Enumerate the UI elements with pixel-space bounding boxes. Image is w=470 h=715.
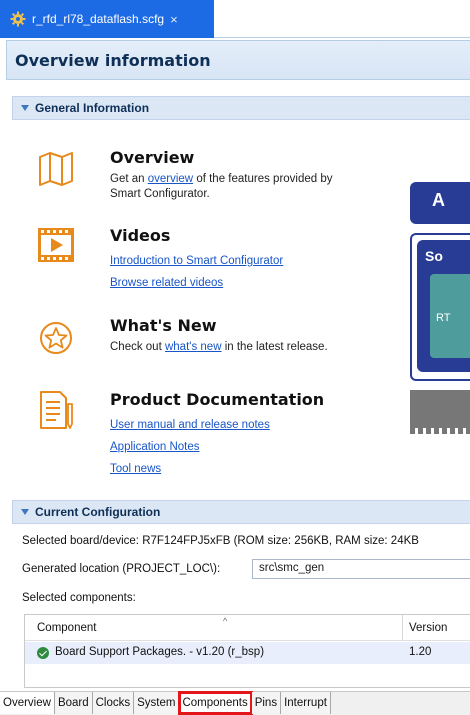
product-documentation-feature: Product Documentation User manual and re… bbox=[38, 390, 368, 482]
overview-text-prefix: Get an bbox=[110, 173, 145, 185]
tool-news-link[interactable]: Tool news bbox=[110, 458, 410, 480]
tab-pins[interactable]: Pins bbox=[251, 692, 282, 714]
whats-new-heading: What's New bbox=[110, 316, 217, 335]
diagram-rtos-block: RT bbox=[430, 274, 470, 358]
whats-new-text-suffix: in the latest release. bbox=[224, 341, 328, 353]
table-row[interactable]: Board Support Packages. - v1.20 (r_bsp) … bbox=[25, 642, 470, 664]
product-documentation-heading: Product Documentation bbox=[110, 390, 325, 409]
whats-new-link[interactable]: what's new bbox=[165, 341, 222, 353]
intro-video-link[interactable]: Introduction to Smart Configurator bbox=[110, 250, 410, 272]
diagram-device-pins bbox=[410, 428, 470, 434]
overview-feature: Overview Get an overview of the features… bbox=[38, 148, 368, 208]
current-configuration-section-header[interactable]: Current Configuration bbox=[12, 500, 470, 524]
selected-components-label: Selected components: bbox=[22, 592, 136, 604]
overview-text-line2: Smart Configurator. bbox=[110, 188, 210, 200]
column-separator[interactable] bbox=[402, 615, 403, 641]
check-circle-icon bbox=[37, 647, 49, 659]
overview-link[interactable]: overview bbox=[148, 173, 193, 185]
component-version-cell: 1.20 bbox=[409, 646, 432, 658]
tab-board[interactable]: Board bbox=[54, 692, 93, 714]
general-information-title: General Information bbox=[35, 101, 150, 115]
star-badge-icon bbox=[40, 322, 72, 354]
browse-videos-link[interactable]: Browse related videos bbox=[110, 272, 410, 294]
selected-board-value: R7F124FPJ5xFB (ROM size: 256KB, RAM size… bbox=[142, 535, 419, 547]
general-information-section-header[interactable]: General Information bbox=[12, 96, 470, 120]
close-icon[interactable]: × bbox=[170, 12, 178, 27]
tab-clocks[interactable]: Clocks bbox=[92, 692, 135, 714]
collapse-triangle-icon[interactable] bbox=[21, 509, 29, 515]
tab-interrupt[interactable]: Interrupt bbox=[281, 692, 331, 714]
document-icon bbox=[40, 391, 73, 429]
components-table: Component ^ Version Board Support Packag… bbox=[24, 614, 470, 688]
whats-new-text-prefix: Check out bbox=[110, 341, 162, 353]
editor-tab-title: r_rfd_rl78_dataflash.scfg bbox=[32, 12, 165, 26]
whats-new-description: Check out what's new in the latest relea… bbox=[110, 340, 410, 355]
bottom-page-tabs: Overview Board Clocks System Components … bbox=[0, 691, 470, 715]
column-header-component[interactable]: Component bbox=[37, 622, 96, 634]
overview-text-suffix: of the features provided by bbox=[196, 173, 333, 185]
user-manual-link[interactable]: User manual and release notes bbox=[110, 414, 410, 436]
diagram-app-block: A bbox=[410, 182, 470, 224]
sort-ascending-icon: ^ bbox=[223, 616, 228, 626]
generated-location-field[interactable]: src\smc_gen bbox=[252, 559, 470, 579]
diagram-device-block bbox=[410, 390, 470, 428]
application-notes-link[interactable]: Application Notes bbox=[110, 436, 410, 458]
selected-board-label: Selected board/device: bbox=[22, 535, 139, 547]
videos-heading: Videos bbox=[110, 226, 171, 245]
components-table-header: Component ^ Version bbox=[25, 615, 470, 641]
gear-icon bbox=[10, 11, 26, 27]
page-title: Overview information bbox=[15, 50, 211, 70]
video-icon bbox=[38, 228, 74, 262]
current-configuration-title: Current Configuration bbox=[35, 505, 161, 519]
whats-new-feature: What's New Check out what's new in the l… bbox=[38, 316, 368, 366]
tab-system[interactable]: System bbox=[134, 692, 180, 714]
column-header-version[interactable]: Version bbox=[409, 622, 447, 634]
map-icon bbox=[39, 152, 73, 186]
tab-overview[interactable]: Overview bbox=[0, 692, 55, 714]
collapse-triangle-icon[interactable] bbox=[21, 105, 29, 111]
editor-tab[interactable]: r_rfd_rl78_dataflash.scfg × bbox=[0, 0, 214, 38]
editor-tab-bar: r_rfd_rl78_dataflash.scfg × bbox=[0, 0, 470, 38]
selected-board-line: Selected board/device: R7F124FPJ5xFB (RO… bbox=[22, 535, 419, 547]
page-header: Overview information bbox=[6, 40, 470, 80]
component-name-cell: Board Support Packages. - v1.20 (r_bsp) bbox=[55, 646, 265, 658]
overview-heading: Overview bbox=[110, 148, 195, 167]
overview-description: Get an overview of the features provided… bbox=[110, 172, 410, 202]
videos-feature: Videos Introduction to Smart Configurato… bbox=[38, 226, 368, 296]
generated-location-label: Generated location (PROJECT_LOC\): bbox=[22, 563, 221, 575]
tab-components[interactable]: Components bbox=[178, 691, 253, 715]
